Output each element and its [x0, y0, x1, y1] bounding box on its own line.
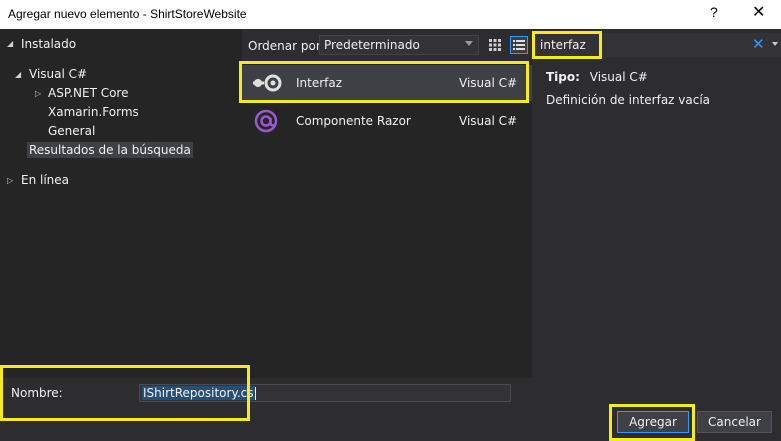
- sort-dropdown[interactable]: Predeterminado: [319, 35, 479, 55]
- template-list: Interfaz Visual C# Componente Razor Visu…: [242, 61, 532, 378]
- add-button[interactable]: Agregar: [617, 411, 689, 433]
- list-view-button[interactable]: [510, 36, 528, 54]
- tree-item-visual-csharp[interactable]: Visual C#: [29, 67, 87, 81]
- chevron-down-icon: [465, 41, 473, 46]
- template-name: Componente Razor: [296, 114, 411, 128]
- list-view-icon: [513, 40, 525, 50]
- grid-view-button[interactable]: [486, 36, 504, 54]
- grid-view-icon: [489, 39, 501, 51]
- template-item-componente-razor[interactable]: Componente Razor Visual C#: [242, 103, 532, 139]
- name-field[interactable]: IShirtRepository.cs: [139, 384, 511, 402]
- cancel-button[interactable]: Cancelar: [697, 411, 772, 433]
- title-bar: Agregar nuevo elemento - ShirtStoreWebsi…: [0, 0, 781, 29]
- template-name: Interfaz: [296, 76, 343, 90]
- details-description: Definición de interfaz vacía: [546, 93, 711, 107]
- sort-value: Predeterminado: [324, 38, 420, 52]
- name-value: IShirtRepository.cs: [142, 386, 255, 400]
- interface-icon: [253, 74, 282, 92]
- search-value: interfaz: [540, 38, 586, 52]
- collapse-arrow-icon[interactable]: ◢: [7, 39, 13, 48]
- category-tree: ◢ Instalado ◢ Visual C# ▷ ASP.NET Core X…: [0, 29, 242, 378]
- name-label: Nombre:: [11, 386, 63, 400]
- close-button[interactable]: ✕: [752, 2, 765, 22]
- search-input[interactable]: interfaz ✕: [532, 33, 781, 57]
- expand-arrow-icon[interactable]: ▷: [7, 176, 13, 185]
- clear-search-icon[interactable]: ✕: [752, 35, 765, 53]
- tree-item-xamarin-forms[interactable]: Xamarin.Forms: [48, 105, 139, 119]
- razor-component-icon: [254, 109, 278, 133]
- text-caret: [254, 387, 256, 400]
- tree-item-installed[interactable]: Instalado: [21, 37, 76, 51]
- type-value: Visual C#: [589, 70, 648, 84]
- sort-label: Ordenar por:: [248, 39, 325, 53]
- tree-item-general[interactable]: General: [48, 124, 95, 138]
- window-title: Agregar nuevo elemento - ShirtStoreWebsi…: [8, 7, 247, 21]
- template-toolbar: Ordenar por: Predeterminado: [242, 29, 532, 61]
- tree-item-search-results[interactable]: Resultados de la búsqueda: [27, 142, 193, 158]
- search-options-chevron-icon[interactable]: [772, 42, 778, 46]
- expand-arrow-icon[interactable]: ▷: [35, 89, 41, 98]
- help-button[interactable]: ?: [710, 4, 718, 20]
- type-label: Tipo:: [546, 70, 580, 84]
- footer: Nombre: IShirtRepository.cs Agregar Canc…: [0, 378, 781, 441]
- tree-item-online[interactable]: En línea: [21, 173, 69, 187]
- template-language: Visual C#: [459, 114, 518, 128]
- template-language: Visual C#: [459, 76, 518, 90]
- collapse-arrow-icon[interactable]: ◢: [15, 70, 21, 79]
- tree-item-aspnet-core[interactable]: ASP.NET Core: [48, 86, 128, 100]
- details-type: Tipo: Visual C#: [546, 70, 648, 84]
- template-details: Tipo: Visual C# Definición de interfaz v…: [532, 61, 781, 378]
- template-item-interfaz[interactable]: Interfaz Visual C#: [242, 65, 532, 101]
